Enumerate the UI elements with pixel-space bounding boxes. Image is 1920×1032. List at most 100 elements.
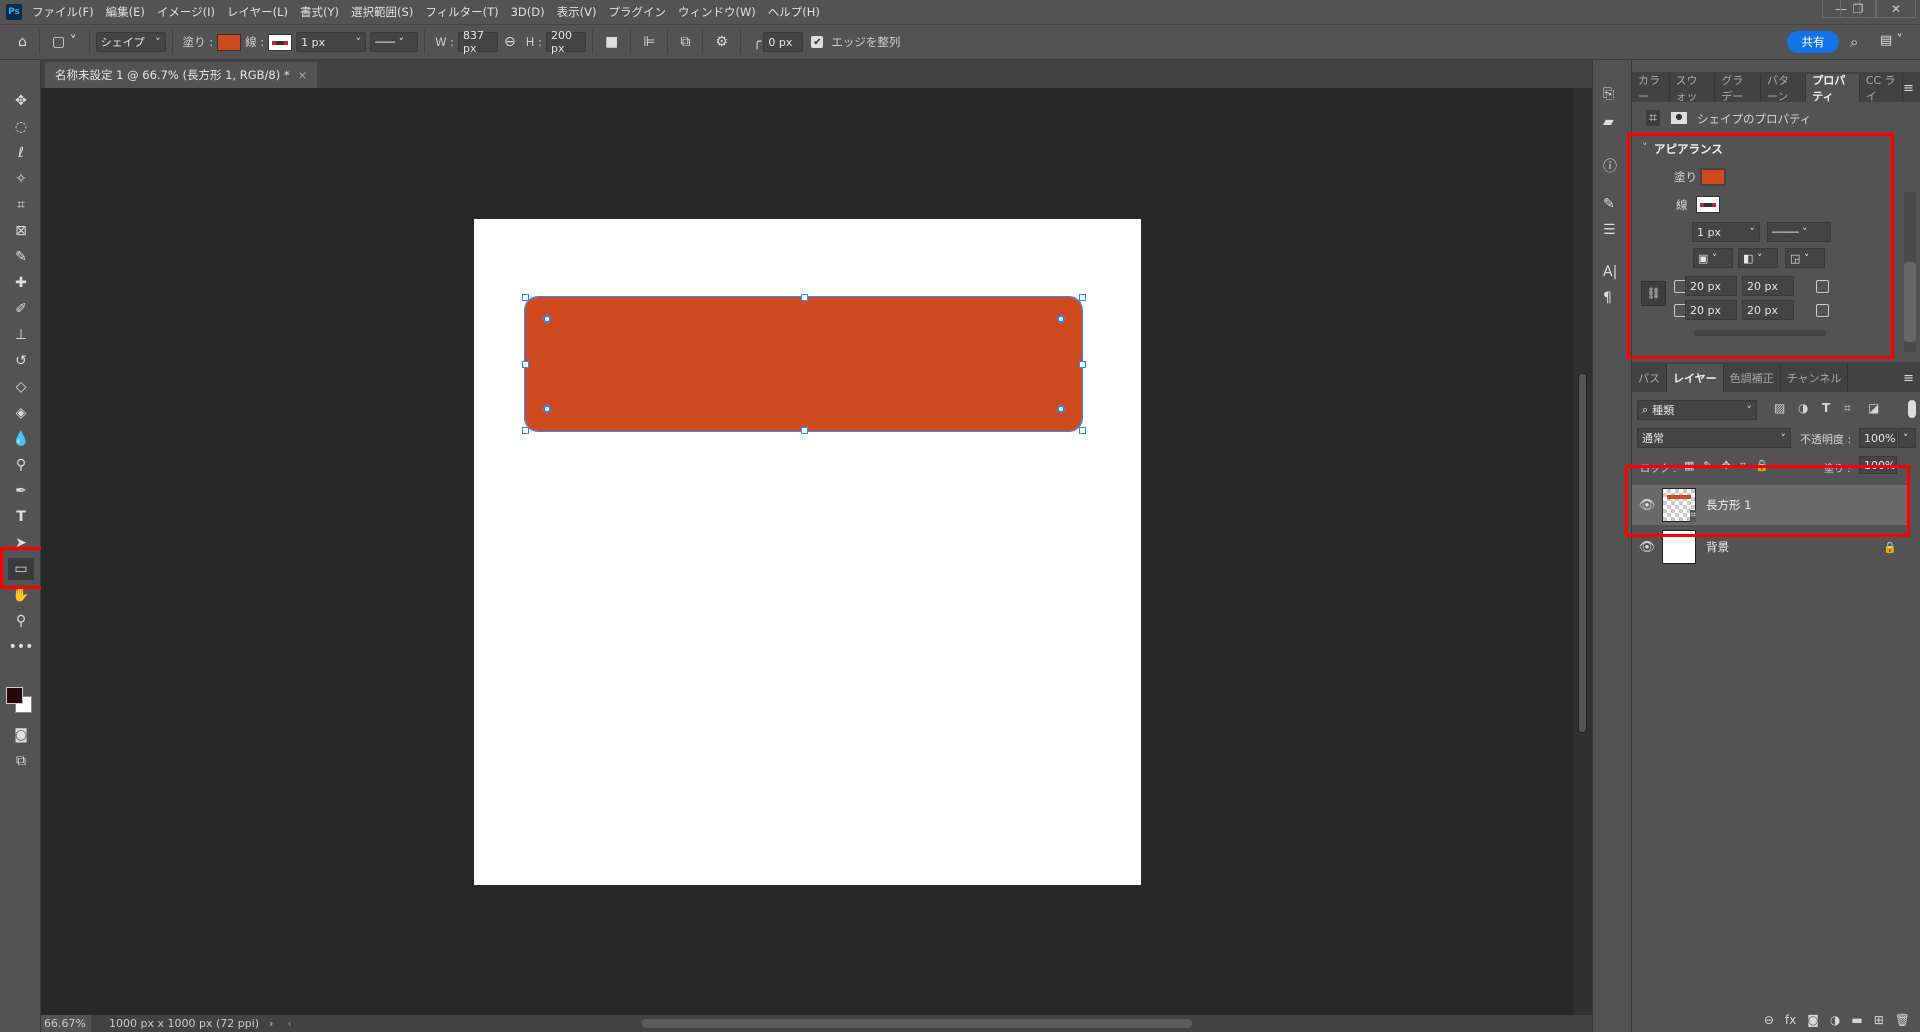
close-tab-icon[interactable]: × <box>298 68 308 82</box>
fx-icon[interactable]: fx <box>1785 1013 1796 1027</box>
height-input[interactable]: 200 px <box>545 29 586 55</box>
share-button[interactable]: 共有 <box>1787 31 1839 53</box>
tab-patterns[interactable]: パターン <box>1761 74 1807 103</box>
blend-mode-select[interactable]: 通常 ˅ <box>1637 428 1791 448</box>
add-mask-icon[interactable]: ◙ <box>1807 1013 1819 1027</box>
brush-tool-icon[interactable]: ✐ <box>8 298 34 320</box>
crop-tool-icon[interactable]: ⌗ <box>8 194 34 216</box>
corner-radius-handle[interactable] <box>1057 405 1065 413</box>
eraser-icon[interactable]: ◇ <box>8 376 34 398</box>
stroke-width-select[interactable]: 1 px ˅ <box>296 32 367 52</box>
comments-icon[interactable]: ▰ <box>1603 114 1614 130</box>
stroke-swatch[interactable] <box>268 33 293 51</box>
properties-scrollbar[interactable] <box>1904 192 1916 352</box>
status-more-icon[interactable]: › <box>269 1017 273 1030</box>
transform-handle[interactable] <box>801 294 808 301</box>
tab-adjustments[interactable]: 色調補正 <box>1724 364 1781 392</box>
menu-plugins[interactable]: プラグイン <box>608 4 666 20</box>
radius-input[interactable]: 0 px <box>763 32 804 52</box>
document-tab[interactable]: 名称未設定 1 @ 66.7% (長方形 1, RGB/8) * × <box>45 62 318 88</box>
lock-icon[interactable]: 🔒 <box>1883 541 1897 554</box>
lasso-tool-icon[interactable]: ℓ <box>8 142 34 164</box>
rectangle-shape[interactable] <box>524 296 1083 432</box>
tool-mode-select[interactable]: シェイプ ˅ <box>95 32 166 52</box>
filter-shape-icon[interactable]: ⌗ <box>1844 401 1851 416</box>
quick-mask-icon[interactable]: ◙ <box>8 724 34 746</box>
path-operations-icon[interactable]: ■ <box>605 34 618 50</box>
corner-radius-handle[interactable] <box>1057 315 1065 323</box>
eye-icon[interactable]: 👁 <box>1632 540 1662 555</box>
filter-smart-object-icon[interactable]: ◪ <box>1868 401 1879 415</box>
transform-handle[interactable] <box>522 294 529 301</box>
stroke-type-select[interactable]: ─── ˅ <box>370 32 419 52</box>
folder-icon[interactable]: ▬ <box>1851 1013 1862 1027</box>
gear-icon[interactable]: ⚙ <box>715 34 728 50</box>
path-alignment-icon[interactable]: ⊫ <box>643 34 655 50</box>
eyedropper-icon[interactable]: ✎ <box>8 246 34 268</box>
filter-pixel-icon[interactable]: ▨ <box>1774 401 1785 415</box>
dodge-tool-icon[interactable]: ⚲ <box>8 454 34 476</box>
menu-type[interactable]: 書式(Y) <box>300 4 339 20</box>
zoom-tool-icon[interactable]: ⚲ <box>8 610 34 632</box>
width-input[interactable]: 837 px <box>458 29 499 55</box>
screen-mode-icon[interactable]: ⧉ <box>8 750 34 772</box>
tab-layers[interactable]: レイヤー <box>1667 364 1724 392</box>
menu-edit[interactable]: 編集(E) <box>106 4 145 20</box>
link-icon[interactable]: ⊖ <box>504 34 516 50</box>
transform-handle[interactable] <box>1079 427 1086 434</box>
transform-handle[interactable] <box>522 427 529 434</box>
corner-radius-handle[interactable] <box>543 315 551 323</box>
scrollbar-thumb[interactable] <box>1904 262 1916 342</box>
tab-channels[interactable]: チャンネル <box>1781 364 1849 392</box>
horizontal-scrollbar-thumb[interactable] <box>641 1019 1192 1028</box>
menu-layer[interactable]: レイヤー(L) <box>227 4 288 20</box>
restore-button[interactable]: ❐ <box>1840 0 1876 18</box>
align-edges-checkbox[interactable]: ✔ <box>811 36 824 48</box>
character-icon[interactable]: A| <box>1603 264 1617 280</box>
brush-settings-icon[interactable]: ✎ <box>1603 196 1615 212</box>
menu-3d[interactable]: 3D(D) <box>511 5 545 19</box>
paragraph-icon[interactable]: ¶ <box>1603 290 1612 306</box>
healing-brush-icon[interactable]: ✚ <box>8 272 34 294</box>
scrollbar-thumb[interactable] <box>1578 373 1587 733</box>
transform-handle[interactable] <box>801 427 808 434</box>
pen-tool-icon[interactable]: ✒ <box>8 480 34 502</box>
scroll-left-icon[interactable]: ‹ <box>287 1017 291 1030</box>
zoom-level[interactable]: 66.67% <box>41 1015 91 1032</box>
tab-gradients[interactable]: グラデー <box>1715 74 1761 103</box>
layer-filter-select[interactable]: ⌕ 種類 ˅ <box>1637 400 1757 420</box>
link-layers-icon[interactable]: ⊖ <box>1764 1013 1774 1027</box>
panel-menu-icon[interactable]: ≡ <box>1903 371 1920 386</box>
panel-menu-icon[interactable]: ≡ <box>1903 81 1920 96</box>
menu-image[interactable]: イメージ(I) <box>157 4 215 20</box>
transform-handle[interactable] <box>522 361 529 368</box>
magic-wand-icon[interactable]: ✧ <box>8 168 34 190</box>
filter-adjustment-icon[interactable]: ◑ <box>1798 401 1808 415</box>
opacity-input[interactable]: 100% <box>1859 428 1897 448</box>
vertical-scrollbar[interactable] <box>1573 88 1592 1015</box>
shape-tool-preset-icon[interactable]: ▢ ˅ <box>52 34 77 50</box>
transform-handle[interactable] <box>1079 294 1086 301</box>
stamp-tool-icon[interactable]: ⊥ <box>8 324 34 346</box>
filter-toggle[interactable] <box>1908 400 1916 418</box>
trash-icon[interactable]: 🗑 <box>1895 1013 1910 1027</box>
path-arrangement-icon[interactable]: ⧉ <box>680 34 690 50</box>
menu-file[interactable]: ファイル(F) <box>32 4 94 20</box>
info-icon[interactable]: ⓘ <box>1603 156 1617 176</box>
home-icon[interactable]: ⌂ <box>18 34 27 50</box>
tab-swatches[interactable]: スウォッ <box>1670 74 1716 103</box>
adjustment-layer-icon[interactable]: ◑ <box>1830 1013 1840 1027</box>
menu-filter[interactable]: フィルター(T) <box>425 4 498 20</box>
marquee-tool-icon[interactable]: ◌ <box>8 116 34 138</box>
move-tool-icon[interactable]: ✥ <box>8 90 34 112</box>
fill-swatch[interactable] <box>217 33 242 51</box>
filter-type-icon[interactable]: T <box>1822 401 1830 415</box>
shape-properties-icon[interactable]: ⌗ <box>1646 110 1660 126</box>
menu-select[interactable]: 選択範囲(S) <box>351 4 413 20</box>
layer-name[interactable]: 背景 <box>1706 539 1729 555</box>
menu-help[interactable]: ヘルプ(H) <box>768 4 820 20</box>
menu-window[interactable]: ウィンドウ(W) <box>678 4 756 20</box>
tab-paths[interactable]: パス <box>1632 364 1667 392</box>
history-icon[interactable]: ⎘ <box>1603 86 1614 102</box>
paint-bucket-icon[interactable]: ◈ <box>8 402 34 424</box>
